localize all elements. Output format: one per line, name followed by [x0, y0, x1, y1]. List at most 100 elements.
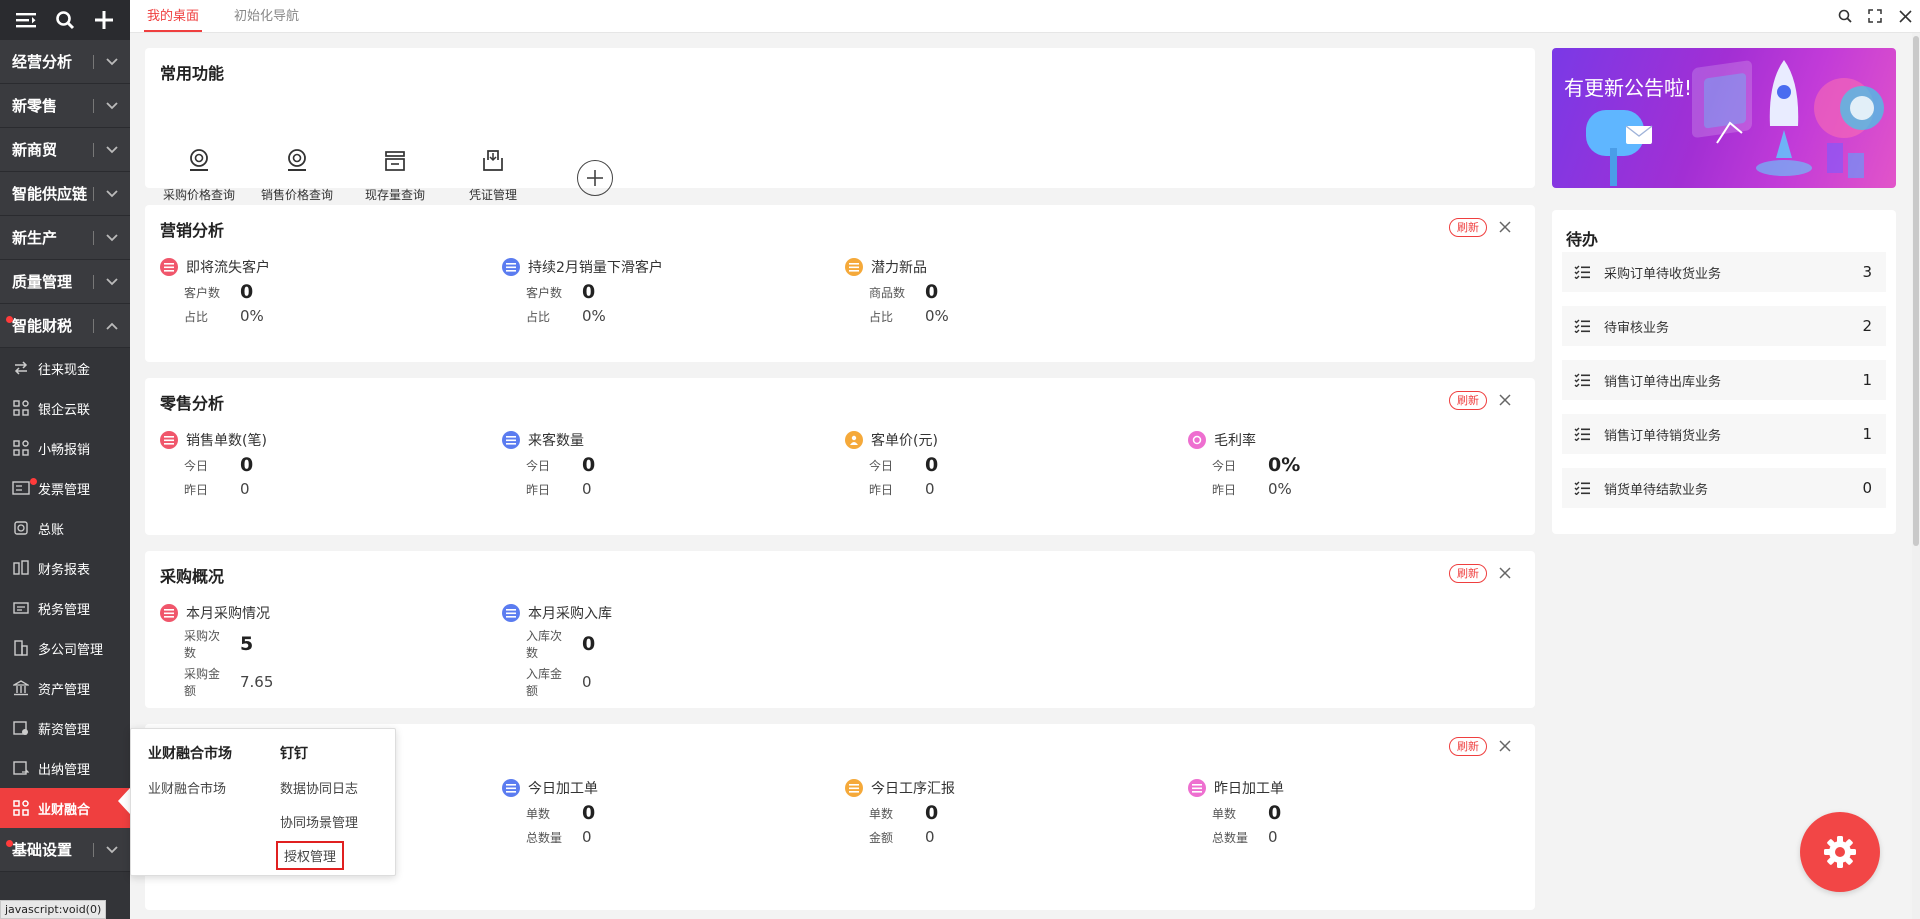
- target-icon: [1188, 431, 1206, 449]
- card-title: 采购概况: [160, 567, 225, 586]
- flyout-item-sync-log[interactable]: 数据协同日志: [280, 778, 358, 797]
- tax-icon: [12, 599, 30, 617]
- chevron-down-icon: [102, 101, 122, 110]
- metric-value: 0: [925, 802, 939, 824]
- func-inventory[interactable]: 现存量查询: [350, 148, 440, 203]
- building-icon: [12, 639, 30, 657]
- metric-value: 0: [925, 281, 939, 303]
- report-icon: [12, 559, 30, 577]
- metric-sales-orders: 销售单数(笔) 今日 0 昨日 0: [160, 430, 490, 520]
- sidebar-item-bank[interactable]: 银企云联: [0, 388, 130, 428]
- metric-name: 来客数量: [528, 433, 584, 449]
- metric-key: 入库次数: [526, 629, 563, 660]
- metric-key: 采购次数: [184, 629, 221, 660]
- list-icon: [160, 604, 178, 622]
- sidebar-item-business-finance[interactable]: 业财融合: [0, 788, 130, 828]
- metric-key: 占比: [184, 309, 209, 324]
- list-icon: [160, 258, 178, 276]
- todo-count: 3: [1862, 263, 1872, 281]
- apps-icon: [12, 399, 30, 417]
- settings-fab[interactable]: [1800, 812, 1880, 892]
- sidebar-item-multi-company[interactable]: 多公司管理: [0, 628, 130, 668]
- sidebar-section-label: 智能财税: [12, 317, 73, 335]
- top-right-tools: [1830, 0, 1920, 32]
- list-icon: [502, 604, 520, 622]
- flyout-item-market[interactable]: 业财融合市场: [148, 778, 226, 797]
- todo-item-purchase-receive[interactable]: 采购订单待收货业务 3: [1562, 252, 1886, 292]
- sidebar-item-salary[interactable]: 薪资管理: [0, 708, 130, 748]
- list-icon: [502, 258, 520, 276]
- flyout-heading-dingtalk: 钉钉: [280, 746, 308, 762]
- sidebar-item-cashier[interactable]: 出纳管理: [0, 748, 130, 788]
- sidebar-item-label: 业财融合: [38, 802, 91, 818]
- bank-icon: [12, 679, 30, 697]
- chevron-down-icon: [102, 145, 122, 154]
- metric-today-process-report: 今日工序汇报 单数 0 金额 0: [845, 778, 1175, 868]
- sidebar-section-new-commerce[interactable]: 新商贸: [0, 128, 130, 172]
- todo-item-sales-delivery[interactable]: 销售订单待销货业务 1: [1562, 414, 1886, 454]
- flyout-item-scenario[interactable]: 协同场景管理: [280, 812, 358, 831]
- refresh-button[interactable]: 刷新: [1449, 218, 1487, 237]
- tab-bar: 我的桌面 初始化导航: [130, 0, 1920, 33]
- sidebar-section-finance-tax[interactable]: 智能财税: [0, 304, 130, 348]
- scrollbar-thumb[interactable]: [1913, 36, 1919, 546]
- close-icon[interactable]: [1495, 217, 1515, 237]
- sidebar-item-reports[interactable]: 财务报表: [0, 548, 130, 588]
- func-sales-price[interactable]: 销售价格查询: [252, 148, 342, 203]
- metric-key: 今日: [526, 458, 551, 473]
- todo-title: 待办: [1566, 230, 1599, 249]
- add-function-button[interactable]: [577, 160, 613, 196]
- todo-item-sales-outbound[interactable]: 销售订单待出库业务 1: [1562, 360, 1886, 400]
- add-icon[interactable]: [89, 5, 119, 35]
- metric-key: 占比: [526, 309, 551, 324]
- sidebar-item-label: 总账: [38, 522, 65, 538]
- metric-name: 销售单数(笔): [186, 433, 267, 449]
- metric-churn-customers: 即将流失客户 客户数 0 占比 0%: [160, 257, 490, 347]
- purchase-overview-card: 采购概况 刷新 本月采购情况 采购次数 5 采购金额 7.65 本月采购入库 入库次…: [145, 551, 1535, 708]
- tab-my-desktop[interactable]: 我的桌面: [144, 0, 203, 32]
- metric-value: 0: [240, 281, 254, 303]
- metric-key: 单数: [526, 806, 551, 821]
- sidebar-item-invoice[interactable]: 发票管理: [0, 468, 130, 508]
- metric-key: 总数量: [526, 830, 563, 845]
- sidebar-section-new-production[interactable]: 新生产: [0, 216, 130, 260]
- sidebar-item-cash[interactable]: 往来现金: [0, 348, 130, 388]
- sidebar-item-tax[interactable]: 税务管理: [0, 588, 130, 628]
- search-icon[interactable]: [50, 5, 80, 35]
- todo-item-sales-settlement[interactable]: 销货单待结款业务 0: [1562, 468, 1886, 508]
- func-label: 凭证管理: [468, 188, 517, 202]
- sidebar-item-ledger[interactable]: 总账: [0, 508, 130, 548]
- close-icon[interactable]: [1495, 390, 1515, 410]
- announcement-banner[interactable]: 有更新公告啦!: [1552, 48, 1896, 188]
- sidebar-section-quality[interactable]: 质量管理: [0, 260, 130, 304]
- flyout-item-authorization[interactable]: 授权管理: [276, 841, 345, 870]
- func-purchase-price[interactable]: 采购价格查询: [154, 148, 244, 203]
- search-icon[interactable]: [1830, 1, 1860, 31]
- todo-item-pending-review[interactable]: 待审核业务 2: [1562, 306, 1886, 346]
- refresh-button[interactable]: 刷新: [1449, 391, 1487, 410]
- refresh-button[interactable]: 刷新: [1449, 564, 1487, 583]
- sidebar-section-business-analysis[interactable]: 经营分析: [0, 40, 130, 84]
- metric-name: 今日加工单: [528, 781, 598, 797]
- close-icon[interactable]: [1495, 736, 1515, 756]
- sidebar-item-reimburse[interactable]: 小畅报销: [0, 428, 130, 468]
- sidebar-section-basic-settings[interactable]: 基础设置: [0, 828, 130, 872]
- retail-analysis-card: 零售分析 刷新 销售单数(笔) 今日 0 昨日 0 来客数量 今日 0 昨日 0 客单价…: [145, 378, 1535, 535]
- sidebar-item-label: 多公司管理: [38, 642, 104, 658]
- sidebar-section-supply-chain[interactable]: 智能供应链: [0, 172, 130, 216]
- sidebar-section-new-retail[interactable]: 新零售: [0, 84, 130, 128]
- tab-init-guide[interactable]: 初始化导航: [234, 0, 299, 32]
- todo-label: 采购订单待收货业务: [1604, 266, 1722, 282]
- menu-collapse-icon[interactable]: [11, 5, 41, 35]
- func-voucher[interactable]: 凭证管理: [448, 148, 538, 203]
- sidebar-item-assets[interactable]: 资产管理: [0, 668, 130, 708]
- card-title: 营销分析: [160, 221, 225, 240]
- notification-dot: [30, 478, 37, 485]
- fullscreen-icon[interactable]: [1860, 1, 1890, 31]
- refresh-button[interactable]: 刷新: [1449, 737, 1487, 756]
- metric-value: 0: [1268, 802, 1282, 824]
- close-icon[interactable]: [1890, 1, 1920, 31]
- checklist-icon: [1574, 427, 1594, 441]
- close-icon[interactable]: [1495, 563, 1515, 583]
- todo-count: 2: [1862, 317, 1872, 335]
